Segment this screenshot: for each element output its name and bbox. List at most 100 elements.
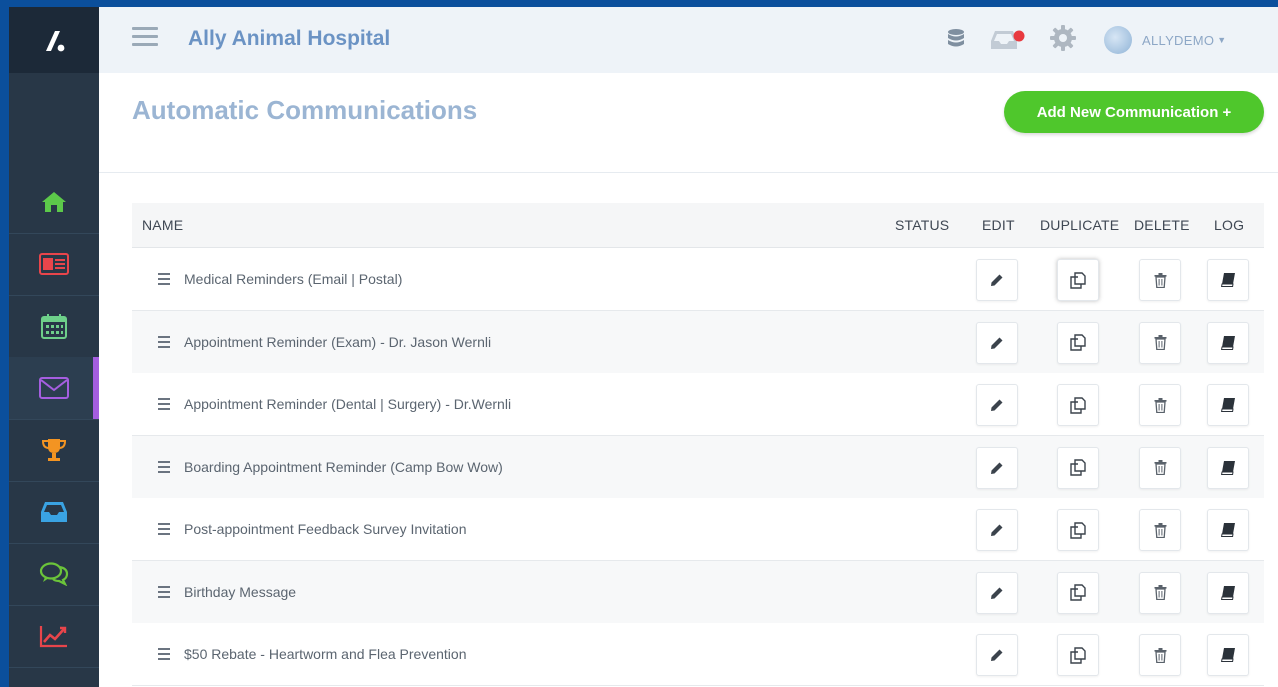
delete-button[interactable]	[1139, 509, 1181, 551]
log-button[interactable]	[1207, 321, 1249, 364]
delete-button[interactable]	[1139, 446, 1181, 489]
drag-handle-icon[interactable]	[158, 335, 170, 351]
drag-handle-icon[interactable]	[158, 398, 170, 413]
log-button[interactable]	[1207, 259, 1249, 301]
drag-handle-icon[interactable]	[158, 273, 170, 288]
table-row: Birthday Message	[132, 560, 1264, 624]
copy-icon	[1070, 521, 1086, 539]
sidebar-item-calendar[interactable]	[9, 295, 99, 358]
log-button[interactable]	[1207, 634, 1249, 676]
edit-button[interactable]	[976, 384, 1018, 426]
delete-button[interactable]	[1139, 571, 1181, 614]
book-icon	[1220, 273, 1235, 287]
communication-name[interactable]: Appointment Reminder (Exam) - Dr. Jason …	[184, 311, 491, 373]
line-chart-icon	[39, 626, 67, 648]
database-icon[interactable]	[947, 28, 965, 55]
trash-icon	[1154, 522, 1166, 538]
duplicate-button[interactable]	[1057, 571, 1099, 614]
table-header: NAME STATUS EDIT DUPLICATE DELETE LOG	[132, 203, 1264, 248]
communication-name[interactable]: Birthday Message	[184, 561, 296, 623]
delete-button[interactable]	[1139, 259, 1181, 301]
edit-button[interactable]	[976, 571, 1018, 614]
header-divider	[99, 172, 1278, 173]
trash-icon	[1154, 272, 1166, 288]
communication-name[interactable]: $50 Rebate - Heartworm and Flea Preventi…	[184, 623, 466, 685]
pencil-icon	[991, 274, 1003, 286]
add-communication-button[interactable]: Add New Communication +	[1004, 91, 1264, 133]
clinic-name: Ally Animal Hospital	[188, 27, 391, 50]
delete-button[interactable]	[1139, 384, 1181, 426]
sidebar-item-messages[interactable]	[9, 543, 99, 606]
copy-icon	[1070, 646, 1086, 664]
sidebar-item-inbox[interactable]	[9, 481, 99, 544]
home-icon	[42, 192, 66, 212]
book-icon	[1220, 648, 1235, 662]
communication-name[interactable]: Appointment Reminder (Dental | Surgery) …	[184, 373, 511, 435]
log-button[interactable]	[1207, 571, 1249, 614]
table-row: Appointment Reminder (Exam) - Dr. Jason …	[132, 310, 1264, 374]
copy-icon	[1070, 271, 1086, 289]
duplicate-button[interactable]	[1057, 321, 1099, 364]
edit-button[interactable]	[976, 634, 1018, 676]
top-bar: Ally Animal Hospital ALLYDEMO ▼	[99, 7, 1278, 73]
duplicate-button[interactable]	[1057, 446, 1099, 489]
chevron-down-icon: ▼	[1217, 35, 1227, 45]
sidebar-item-contacts[interactable]	[9, 233, 99, 296]
user-name: ALLYDEMO	[1142, 32, 1215, 48]
copy-icon	[1070, 396, 1086, 414]
app-window: Ally Animal Hospital ALLYDEMO ▼ Automati…	[9, 7, 1278, 687]
column-header-duplicate: DUPLICATE	[1040, 217, 1120, 233]
menu-toggle-icon[interactable]	[132, 27, 158, 47]
communication-name[interactable]: Post-appointment Feedback Survey Invitat…	[184, 498, 467, 560]
avatar	[1104, 26, 1132, 54]
pencil-icon	[991, 524, 1003, 536]
trash-icon	[1154, 335, 1166, 350]
pencil-icon	[991, 337, 1003, 349]
delete-button[interactable]	[1139, 634, 1181, 676]
copy-icon	[1070, 459, 1086, 476]
log-button[interactable]	[1207, 446, 1249, 489]
communication-name[interactable]: Medical Reminders (Email | Postal)	[184, 248, 402, 310]
edit-button[interactable]	[976, 259, 1018, 301]
sidebar-item-home[interactable]	[9, 171, 99, 234]
sidebar	[9, 7, 99, 687]
duplicate-button[interactable]	[1057, 509, 1099, 551]
duplicate-button[interactable]	[1057, 634, 1099, 676]
book-icon	[1220, 523, 1235, 537]
pencil-icon	[991, 462, 1003, 474]
sidebar-item-communications[interactable]	[9, 357, 99, 420]
delete-button[interactable]	[1139, 321, 1181, 364]
drag-handle-icon[interactable]	[158, 585, 170, 601]
communication-name[interactable]: Boarding Appointment Reminder (Camp Bow …	[184, 436, 503, 498]
trash-icon	[1154, 647, 1166, 663]
trash-icon	[1154, 397, 1166, 413]
app-logo[interactable]	[9, 7, 99, 73]
user-menu[interactable]: ALLYDEMO ▼	[1104, 25, 1226, 55]
sidebar-item-rewards[interactable]	[9, 419, 99, 482]
duplicate-button[interactable]	[1057, 384, 1099, 426]
edit-button[interactable]	[976, 446, 1018, 489]
book-icon	[1220, 585, 1235, 600]
column-header-name[interactable]: NAME	[142, 203, 183, 247]
settings-gear-icon[interactable]	[1050, 25, 1076, 56]
notifications-icon[interactable]	[991, 27, 1027, 58]
page-title: Automatic Communications	[132, 95, 478, 125]
column-header-status[interactable]: STATUS	[895, 203, 949, 247]
column-header-delete: DELETE	[1134, 217, 1190, 233]
drag-handle-icon[interactable]	[158, 648, 170, 663]
edit-button[interactable]	[976, 321, 1018, 364]
pencil-icon	[991, 399, 1003, 411]
log-button[interactable]	[1207, 509, 1249, 551]
table-row: Appointment Reminder (Dental | Surgery) …	[132, 373, 1264, 436]
table-row: Medical Reminders (Email | Postal)	[132, 248, 1264, 311]
trash-icon	[1154, 460, 1166, 475]
duplicate-button[interactable]	[1057, 259, 1099, 301]
sidebar-item-reports[interactable]	[9, 605, 99, 668]
edit-button[interactable]	[976, 509, 1018, 551]
log-button[interactable]	[1207, 384, 1249, 426]
calendar-icon	[41, 314, 67, 339]
table-row: $50 Rebate - Heartworm and Flea Preventi…	[132, 623, 1264, 686]
drag-handle-icon[interactable]	[158, 460, 170, 476]
chat-bubbles-icon	[39, 562, 69, 586]
drag-handle-icon[interactable]	[158, 523, 170, 538]
